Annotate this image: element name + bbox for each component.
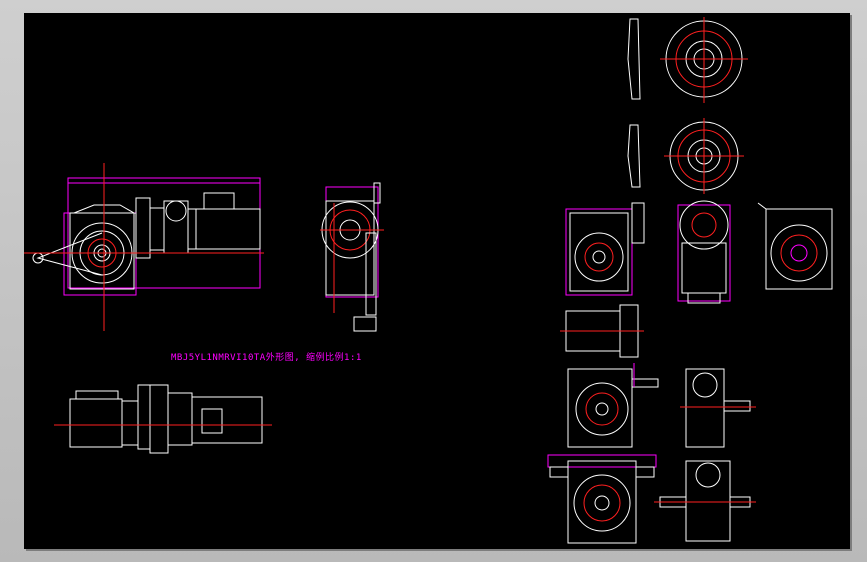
reducer-side-view — [560, 304, 644, 358]
reducer-views-row-1 — [565, 200, 833, 304]
drawing-title-note: MBJ5YL1NMRVI10TA外形图, 缩例比例1:1 — [171, 353, 362, 363]
drawing-canvas[interactable]: MBJ5YL1NMRVI10TA外形图, 缩例比例1:1 — [24, 13, 850, 549]
gearmotor-top-view — [54, 384, 272, 454]
gearmotor-end-view — [320, 182, 384, 332]
gearmotor-front-view — [24, 163, 264, 331]
flange-views — [627, 17, 748, 194]
reducer-views-row-3 — [547, 454, 756, 544]
cad-drawing — [24, 17, 833, 544]
window-frame: MBJ5YL1NMRVI10TA外形图, 缩例比例1:1 — [0, 0, 867, 562]
reducer-views-row-2 — [567, 363, 756, 448]
